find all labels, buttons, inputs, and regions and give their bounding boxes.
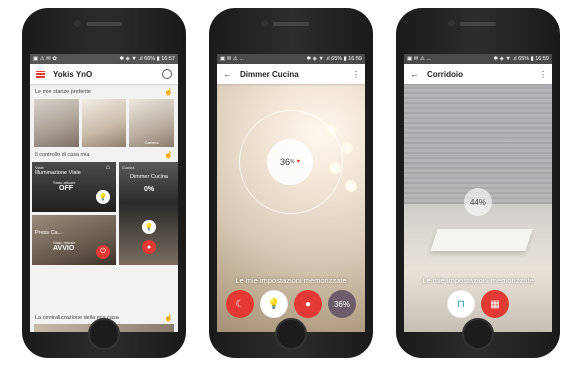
bulb-on-icon[interactable]: ● — [294, 290, 322, 318]
user-icon[interactable] — [162, 69, 172, 79]
bulb-off-icon[interactable]: 💡 — [142, 220, 156, 234]
tile-room-label: Viale — [35, 165, 44, 170]
home-screen: ▣ ⚠ ✉ ✿ ✱ ◈ ▼ .ıl 66% ▮ 16:57 Yokis YnO … — [30, 54, 178, 332]
shutter-screen: ▣ ✉ ⚠ ... ✱ ◈ ▼ .ıl 65% ▮ 16:59 ← Corrid… — [404, 54, 552, 332]
earpiece — [86, 22, 122, 26]
camera-icon — [74, 20, 81, 27]
ceiling-lamp-icon: ⌂ — [105, 164, 110, 171]
home-button[interactable] — [88, 318, 120, 350]
more-options-icon[interactable]: ⋮ — [352, 70, 360, 79]
bulb-icon[interactable]: 💡 — [96, 190, 110, 204]
lamp-decor — [341, 142, 353, 154]
control-heading-label: Il controllo di casa mia — [35, 151, 90, 158]
favorite-rooms: Camera — [30, 99, 178, 147]
camera-icon — [448, 20, 455, 27]
tile-state-label: Stato attuale — [53, 180, 76, 185]
home-button[interactable] — [275, 318, 307, 350]
tile-dimmer-cucina[interactable]: Cucina Dimmer Cucina 0% 💡 ● — [119, 162, 178, 265]
presets-title: Le mie impostazioni memorizzate — [422, 276, 534, 285]
room-label: Camera — [144, 140, 159, 145]
app-bar: ← Corridoio ⋮ — [404, 64, 552, 84]
preset-row: ☾ 💡 ● 36% — [217, 290, 365, 318]
page-title: Corridoio — [427, 69, 463, 79]
more-options-icon[interactable]: ⋮ — [539, 70, 547, 79]
shutter-closed-icon[interactable]: ▦ — [481, 290, 509, 318]
heart-icon[interactable]: ♥ — [296, 159, 300, 165]
status-bar: ▣ ✉ ⚠ ... ✱ ◈ ▼ .ıl 65% ▮ 16:59 — [217, 54, 365, 64]
presets-title: Le mie impostazioni memorizzate — [235, 276, 347, 285]
preset-level-button[interactable]: 36% — [328, 290, 356, 318]
window-blinds — [404, 84, 552, 204]
status-left: ▣ ✉ ⚠ ... — [407, 56, 431, 62]
dimmer-value: 36 — [279, 157, 290, 167]
tile-device-name: Press Ca... — [35, 230, 63, 236]
camera-icon — [261, 20, 268, 27]
hand-icon: ☝ — [164, 88, 173, 96]
status-right: ✱ ◈ ▼ .ıl 65% ▮ 16:59 — [306, 56, 362, 62]
status-bar: ▣ ✉ ⚠ ... ✱ ◈ ▼ .ıl 65% ▮ 16:59 — [404, 54, 552, 64]
preset-row: ⊓ ▦ — [404, 290, 552, 318]
phone-shutter: ▣ ✉ ⚠ ... ✱ ◈ ▼ .ıl 65% ▮ 16:59 ← Corrid… — [396, 8, 560, 358]
room-card-living[interactable] — [34, 99, 79, 147]
screenshot-stage: ▣ ⚠ ✉ ✿ ✱ ◈ ▼ .ıl 66% ▮ 16:57 Yokis YnO … — [0, 0, 562, 365]
tile-room-label: Cucina — [122, 165, 135, 170]
shutter-position-value[interactable]: 44% — [464, 188, 492, 216]
tile-device-name: Dimmer Cucina — [130, 174, 168, 180]
tile-device-name: Illuminazione Viale — [35, 170, 81, 176]
power-icon[interactable]: ⏻ — [96, 245, 110, 259]
earpiece — [460, 22, 496, 26]
app-bar: Yokis YnO — [30, 64, 178, 84]
tile-illuminazione-viale[interactable]: Viale Illuminazione Viale Stato attuale … — [32, 162, 116, 212]
status-left: ▣ ✉ ⚠ ... — [220, 56, 244, 62]
phone-home: ▣ ⚠ ✉ ✿ ✱ ◈ ▼ .ıl 66% ▮ 16:57 Yokis YnO … — [22, 8, 186, 358]
status-left: ▣ ⚠ ✉ ✿ — [33, 56, 57, 62]
back-arrow-icon[interactable]: ← — [410, 69, 419, 79]
control-grid: Viale Illuminazione Viale Stato attuale … — [30, 162, 178, 265]
room-card-bedroom[interactable]: Camera — [129, 99, 175, 147]
back-arrow-icon[interactable]: ← — [223, 69, 232, 79]
bulb-off-icon[interactable]: 💡 — [260, 290, 288, 318]
earpiece — [273, 22, 309, 26]
status-bar: ▣ ⚠ ✉ ✿ ✱ ◈ ▼ .ıl 66% ▮ 16:57 — [30, 54, 178, 64]
bulb-on-icon[interactable]: ● — [142, 240, 156, 254]
page-title: Dimmer Cucina — [240, 69, 299, 79]
app-bar: ← Dimmer Cucina ⋮ — [217, 64, 365, 84]
app-title: Yokis YnO — [53, 69, 93, 79]
favorites-heading-label: Le mie stanze preferite — [35, 88, 91, 95]
status-right: ✱ ◈ ▼ .ıl 66% ▮ 16:57 — [119, 56, 175, 62]
tile-scenario[interactable]: Press Ca... Stato attuale AVVIO ⏻ — [32, 215, 116, 265]
room-card-kitchen[interactable] — [81, 99, 127, 147]
favorites-heading: Le mie stanze preferite ☝ — [30, 84, 178, 99]
home-button[interactable] — [462, 318, 494, 350]
shutter-open-icon[interactable]: ⊓ — [447, 290, 475, 318]
hand-icon: ☝ — [164, 315, 173, 322]
lamp-decor — [345, 180, 357, 192]
phone-dimmer: ▣ ✉ ⚠ ... ✱ ◈ ▼ .ıl 65% ▮ 16:59 ← Dimmer… — [209, 8, 373, 358]
dimmer-unit: % — [290, 159, 295, 165]
table-decor — [430, 229, 533, 251]
dimmer-screen: ▣ ✉ ⚠ ... ✱ ◈ ▼ .ıl 65% ▮ 16:59 ← Dimmer… — [217, 54, 365, 332]
control-heading: Il controllo di casa mia ☝ — [30, 147, 178, 162]
hand-icon: ☝ — [164, 151, 173, 159]
status-right: ✱ ◈ ▼ .ıl 65% ▮ 16:59 — [493, 56, 549, 62]
tile-dimmer-value: 0% — [143, 186, 155, 193]
dimmer-knob[interactable]: 36% ♥ — [267, 139, 313, 185]
night-mode-icon[interactable]: ☾ — [226, 290, 254, 318]
menu-icon[interactable] — [36, 70, 45, 78]
